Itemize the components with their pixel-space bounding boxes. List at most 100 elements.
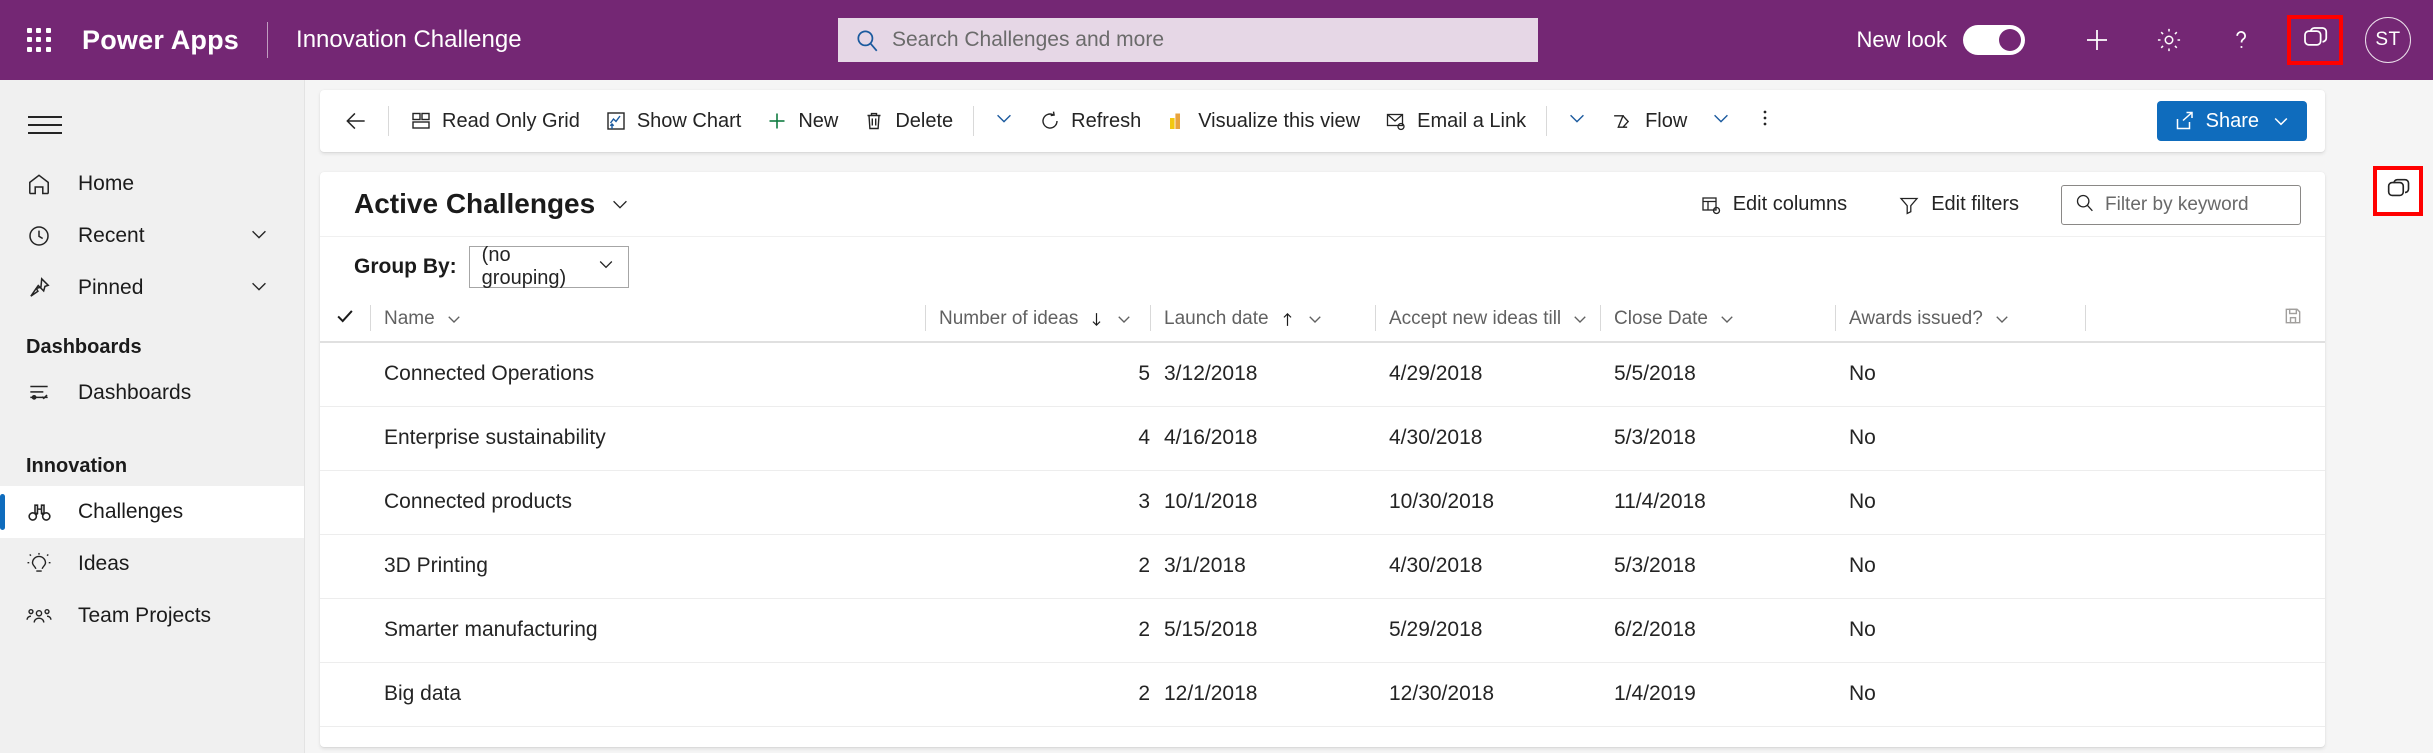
- cell-launch-date: 5/15/2018: [1150, 598, 1375, 663]
- search-input[interactable]: [892, 28, 1522, 52]
- table-row[interactable]: Big data 2 12/1/2018 12/30/2018 1/4/2019…: [320, 662, 2325, 727]
- copilot-button[interactable]: [2287, 15, 2343, 65]
- flow-chevron[interactable]: [1699, 99, 1743, 143]
- cell-name[interactable]: 3D Printing: [370, 534, 700, 599]
- copilot-icon: [2384, 175, 2412, 208]
- edit-columns-button[interactable]: Edit columns: [1691, 187, 1856, 223]
- cell-name[interactable]: Enterprise sustainability: [370, 406, 700, 471]
- select-all-header[interactable]: [320, 297, 370, 343]
- sidebar-item-pinned[interactable]: Pinned: [0, 262, 304, 314]
- row-select-cell[interactable]: [320, 534, 370, 599]
- main-content: Read Only Grid Show Chart New Delete Ref…: [305, 80, 2433, 753]
- read-only-grid-button[interactable]: Read Only Grid: [397, 99, 592, 143]
- cell-close-date: 1/4/2019: [1600, 662, 1835, 727]
- cell-name[interactable]: Connected Operations: [370, 342, 700, 407]
- question-mark-icon[interactable]: [2213, 12, 2269, 68]
- row-select-cell[interactable]: [320, 598, 370, 663]
- edit-filters-button[interactable]: Edit filters: [1889, 187, 2027, 223]
- cell-name[interactable]: Smarter manufacturing: [370, 598, 700, 663]
- chevron-down-icon[interactable]: [1306, 310, 1324, 328]
- email-a-link-button[interactable]: Email a Link: [1372, 99, 1538, 143]
- sidebar-item-team-projects[interactable]: Team Projects: [0, 590, 304, 642]
- column-header-close-date[interactable]: Close Date: [1600, 297, 1835, 343]
- overflow-chevron-1[interactable]: [982, 99, 1026, 143]
- group-by-select[interactable]: (no grouping): [468, 244, 629, 289]
- new-button[interactable]: [2069, 12, 2125, 68]
- overflow-chevron-2[interactable]: [1555, 99, 1599, 143]
- brand-title[interactable]: Power Apps: [82, 25, 239, 56]
- side-copilot-button[interactable]: [2373, 166, 2423, 216]
- share-icon: [2173, 109, 2197, 133]
- column-label: Number of ideas: [939, 308, 1079, 329]
- cell-name[interactable]: Big data: [370, 662, 700, 727]
- new-button[interactable]: New: [753, 99, 850, 143]
- row-select-cell[interactable]: [320, 662, 370, 727]
- hamburger-menu-icon[interactable]: [22, 102, 68, 148]
- row-select-cell[interactable]: [320, 406, 370, 471]
- header-actions: New look ST: [1857, 0, 2433, 80]
- visualize-this-view-button[interactable]: Visualize this view: [1153, 99, 1372, 143]
- save-icon[interactable]: [2283, 306, 2303, 332]
- chevron-down-icon[interactable]: [1115, 310, 1133, 328]
- delete-button[interactable]: Delete: [850, 99, 965, 143]
- more-commands-button[interactable]: [1743, 99, 1787, 143]
- global-search[interactable]: [838, 18, 1538, 62]
- cell-name[interactable]: Connected products: [370, 470, 700, 535]
- filter-icon: [1897, 193, 1921, 217]
- sidebar-item-label: Dashboards: [78, 381, 192, 404]
- new-look-label: New look: [1856, 27, 1947, 52]
- refresh-button[interactable]: Refresh: [1026, 99, 1153, 143]
- column-header-accept-new-ideas-till[interactable]: Accept new ideas till: [1375, 297, 1600, 343]
- column-header-number-of-ideas[interactable]: Number of ideas: [925, 297, 1150, 343]
- share-button[interactable]: Share: [2156, 101, 2307, 141]
- copilot-icon: [2300, 23, 2330, 58]
- filter-keyword-input[interactable]: [2105, 193, 2288, 216]
- table-row[interactable]: 3D Printing 2 3/1/2018 4/30/2018 5/3/201…: [320, 534, 2325, 599]
- table-row[interactable]: Connected Operations 5 3/12/2018 4/29/20…: [320, 342, 2325, 407]
- sidebar-item-dashboards[interactable]: Dashboards: [0, 367, 304, 419]
- gear-icon[interactable]: [2141, 12, 2197, 68]
- chevron-down-icon[interactable]: [1718, 310, 1736, 328]
- row-select-cell[interactable]: [320, 470, 370, 535]
- binoculars-icon: [26, 499, 58, 526]
- table-row[interactable]: Connected products 3 10/1/2018 10/30/201…: [320, 470, 2325, 535]
- row-select-cell[interactable]: [320, 342, 370, 407]
- sidebar-item-challenges[interactable]: Challenges: [0, 486, 304, 538]
- app-launcher-icon[interactable]: [22, 23, 56, 57]
- table-row[interactable]: Smarter manufacturing 2 5/15/2018 5/29/2…: [320, 598, 2325, 663]
- chevron-down-icon[interactable]: [248, 223, 270, 250]
- app-name[interactable]: Innovation Challenge: [296, 26, 522, 54]
- command-label: Show Chart: [636, 109, 742, 132]
- cell-close-date: 11/4/2018: [1600, 470, 1835, 535]
- email-icon: [1384, 109, 1408, 133]
- command-label: Flow: [1645, 109, 1688, 132]
- chevron-down-icon[interactable]: [445, 310, 463, 328]
- column-header-spacer-1: [700, 297, 925, 343]
- column-header-awards-issued[interactable]: Awards issued?: [1835, 297, 2085, 343]
- chevron-down-icon[interactable]: [248, 275, 270, 302]
- column-label: Launch date: [1164, 308, 1269, 329]
- cell-actions: [2085, 598, 2325, 663]
- chart-icon: [604, 109, 628, 133]
- column-header-launch-date[interactable]: Launch date: [1150, 297, 1375, 343]
- plus-icon: [765, 109, 789, 133]
- column-header-name[interactable]: Name: [370, 297, 700, 343]
- new-look-toggle[interactable]: [1963, 25, 2025, 55]
- back-button[interactable]: [332, 99, 380, 143]
- cell-spacer: [700, 406, 925, 471]
- chevron-down-icon[interactable]: [1993, 310, 2011, 328]
- filter-by-keyword[interactable]: [2061, 184, 2301, 225]
- cell-actions: [2085, 470, 2325, 535]
- sidebar-item-home[interactable]: Home: [0, 158, 304, 210]
- show-chart-button[interactable]: Show Chart: [592, 99, 754, 143]
- cell-awards-issued: No: [1835, 662, 2085, 727]
- cell-spacer: [700, 470, 925, 535]
- view-selector[interactable]: Active Challenges: [354, 188, 631, 220]
- sidebar-item-recent[interactable]: Recent: [0, 210, 304, 262]
- chevron-down-icon[interactable]: [1571, 310, 1589, 328]
- avatar[interactable]: ST: [2365, 17, 2411, 63]
- flow-button[interactable]: Flow: [1599, 99, 1699, 143]
- table-row[interactable]: Enterprise sustainability 4 4/16/2018 4/…: [320, 406, 2325, 471]
- sidebar-item-ideas[interactable]: Ideas: [0, 538, 304, 590]
- chevron-down-icon: [596, 254, 616, 280]
